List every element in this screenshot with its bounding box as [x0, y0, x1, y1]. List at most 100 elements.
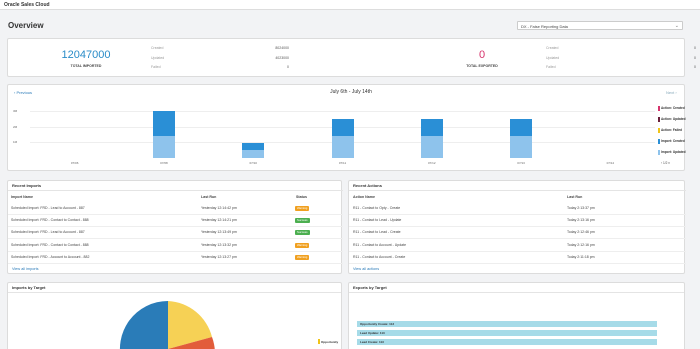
recent-actions-card: Recent Actions Action Name Last Run R11 … — [348, 180, 686, 274]
chevron-down-icon: ⌄ — [674, 23, 679, 29]
legend-item[interactable]: Import: Updated — [658, 150, 686, 155]
export-bar[interactable]: Lead Create: 113 — [357, 339, 657, 345]
col-action-name: Action Name — [353, 195, 375, 199]
view-all-actions-link[interactable]: View all actions — [353, 267, 379, 271]
table-row[interactable]: Scheduled Import: FRD - Lead to Account … — [8, 227, 343, 240]
action-name: R11 - Contact to Account - Update — [353, 242, 407, 247]
bar-import-created[interactable] — [331, 118, 354, 136]
divider — [8, 190, 343, 191]
table-row[interactable]: Scheduled Import: FRD - Contact to Conta… — [8, 215, 343, 228]
imports-pie-chart — [119, 301, 215, 349]
view-all-imports-link[interactable]: View all imports — [12, 267, 39, 271]
col-last-run: Last Run — [567, 195, 583, 199]
import-name: Scheduled Import: FRD - Contact to Conta… — [11, 218, 89, 223]
legend-swatch — [658, 117, 660, 122]
stats-card: 12047000 TOTAL IMPORTED Created 8024000 U… — [7, 38, 696, 77]
legend-swatch — [658, 128, 660, 133]
page-title: Overview — [8, 21, 44, 30]
bar-import-created[interactable] — [242, 143, 265, 151]
export-bar[interactable]: Opportunity Create: 113 — [357, 321, 657, 327]
legend-swatch — [658, 106, 660, 111]
status-badge: Success — [295, 218, 310, 224]
last-run: Today 2:12:46 pm — [567, 230, 595, 235]
x-tick-label: 07/13 — [517, 161, 525, 165]
last-run: Yesterday 12:13:32 pm — [201, 242, 237, 247]
dataset-dropdown[interactable]: DX - False Reporting Data ⌄ — [517, 21, 683, 30]
export-failed-row: Failed 0 — [546, 65, 696, 69]
last-run: Today 2:13:37 pm — [567, 206, 595, 210]
x-tick-label: 07/11 — [338, 161, 347, 165]
col-status: Status — [296, 195, 307, 199]
table-row[interactable]: R11 - Contact to Opty - Create Today 2:13… — [349, 203, 686, 215]
table-row[interactable]: R11 - Contact to Lead - Create Today 2:12… — [349, 227, 686, 240]
col-import-name: Import Name — [11, 195, 33, 199]
x-tick-label: 07/10 — [249, 161, 257, 165]
export-bar[interactable]: Lead Update: 113 — [357, 330, 657, 336]
dropdown-value: DX - False Reporting Data — [521, 24, 568, 29]
table-row[interactable]: Scheduled Import: FRD - Lead to Account … — [8, 203, 343, 215]
legend-opportunity: Opportunity — [318, 339, 338, 344]
last-run: Yesterday 12:13:27 pm — [201, 254, 237, 259]
bar-import-updated[interactable] — [152, 136, 175, 158]
legend-swatch — [318, 339, 320, 344]
divider — [349, 292, 684, 293]
total-imported-label: TOTAL IMPORTED — [70, 64, 102, 68]
import-updated-row: Updated 4023000 — [151, 56, 289, 60]
exports-by-target-card: Exports by Target Opportunity Create: 11… — [348, 282, 685, 349]
imports-by-target-title: Imports by Target — [12, 285, 46, 290]
last-run: Today 2:13:16 pm — [567, 218, 595, 223]
bar-import-created[interactable] — [420, 118, 443, 136]
total-exported-label: TOTAL EXPORTED — [466, 64, 498, 68]
table-row[interactable]: Scheduled Import: FRD - Contact to Conta… — [8, 240, 343, 252]
export-bar-label: Lead Update: 113 — [360, 331, 385, 335]
legend-item[interactable]: Action: Updated — [658, 117, 686, 122]
recent-imports-title: Recent Imports — [12, 183, 42, 188]
pie-slice — [119, 301, 168, 349]
last-run: Today 2:12:16 pm — [567, 242, 595, 247]
table-row[interactable]: R11 - Contact to Account - Update Today 2… — [349, 240, 686, 252]
exports-by-target-title: Exports by Target — [353, 285, 387, 290]
last-run: Yesterday 12:14:21 pm — [201, 218, 237, 223]
import-failed-row: Failed 0 — [151, 65, 289, 69]
bar-import-updated[interactable] — [242, 150, 265, 158]
table-row[interactable]: Scheduled Import: FRD - Account to Accou… — [8, 252, 343, 264]
gridline — [30, 110, 655, 112]
y-tick-label: 3M — [13, 108, 18, 113]
legend-swatch — [658, 139, 660, 144]
bar-import-updated[interactable] — [510, 136, 533, 158]
y-tick-label: 1M — [13, 140, 18, 145]
x-tick-label: 07/08 — [160, 161, 168, 165]
x-tick-label: 07/14 — [606, 161, 615, 165]
legend-item[interactable]: Action: Created — [658, 106, 685, 111]
import-name: Scheduled Import: FRD - Contact to Conta… — [11, 242, 89, 247]
bar-import-created[interactable] — [510, 118, 533, 136]
col-last-run: Last Run — [201, 195, 217, 199]
x-tick-label: 07/06 — [70, 161, 79, 165]
bar-import-updated[interactable] — [420, 136, 443, 158]
total-imported-value: 12047000 — [61, 49, 111, 61]
bar-import-created[interactable] — [152, 110, 175, 136]
bar-import-updated[interactable] — [331, 136, 354, 158]
status-badge: Warning — [295, 242, 310, 248]
export-updated-row: Updated 0 — [546, 56, 696, 60]
status-badge: Success — [295, 230, 310, 236]
activity-chart-card: ‹ Previous July 6th - July 14th Next › 3… — [7, 84, 686, 171]
app-header: Oracle Sales Cloud — [0, 0, 700, 10]
status-badge: Warning — [295, 254, 310, 260]
export-created-row: Created 0 — [546, 46, 696, 50]
import-name: Scheduled Import: FRD - Lead to Account … — [11, 206, 85, 210]
legend-pager[interactable]: ‹ 1/2 ▾ — [658, 161, 670, 165]
import-name: Scheduled Import: FRD - Account to Accou… — [11, 254, 90, 259]
action-name: R11 - Contact to Lead - Create — [353, 230, 401, 235]
status-badge: Warning — [295, 206, 310, 211]
last-run: Yesterday 12:13:49 pm — [201, 230, 237, 235]
y-tick-label: 2M — [13, 124, 18, 129]
table-row[interactable]: R11 - Contact to Lead - Update Today 2:13… — [349, 215, 686, 228]
total-exported-value: 0 — [478, 49, 486, 61]
legend-item[interactable]: Import: Created — [658, 139, 685, 144]
legend-item[interactable]: Action: Failed — [658, 128, 682, 133]
legend-swatch — [658, 150, 660, 155]
table-row[interactable]: R11 - Contact to Account - Create Today 2… — [349, 252, 686, 264]
action-name: R11 - Contact to Account - Create — [353, 254, 406, 259]
import-name: Scheduled Import: FRD - Lead to Account … — [11, 230, 85, 235]
